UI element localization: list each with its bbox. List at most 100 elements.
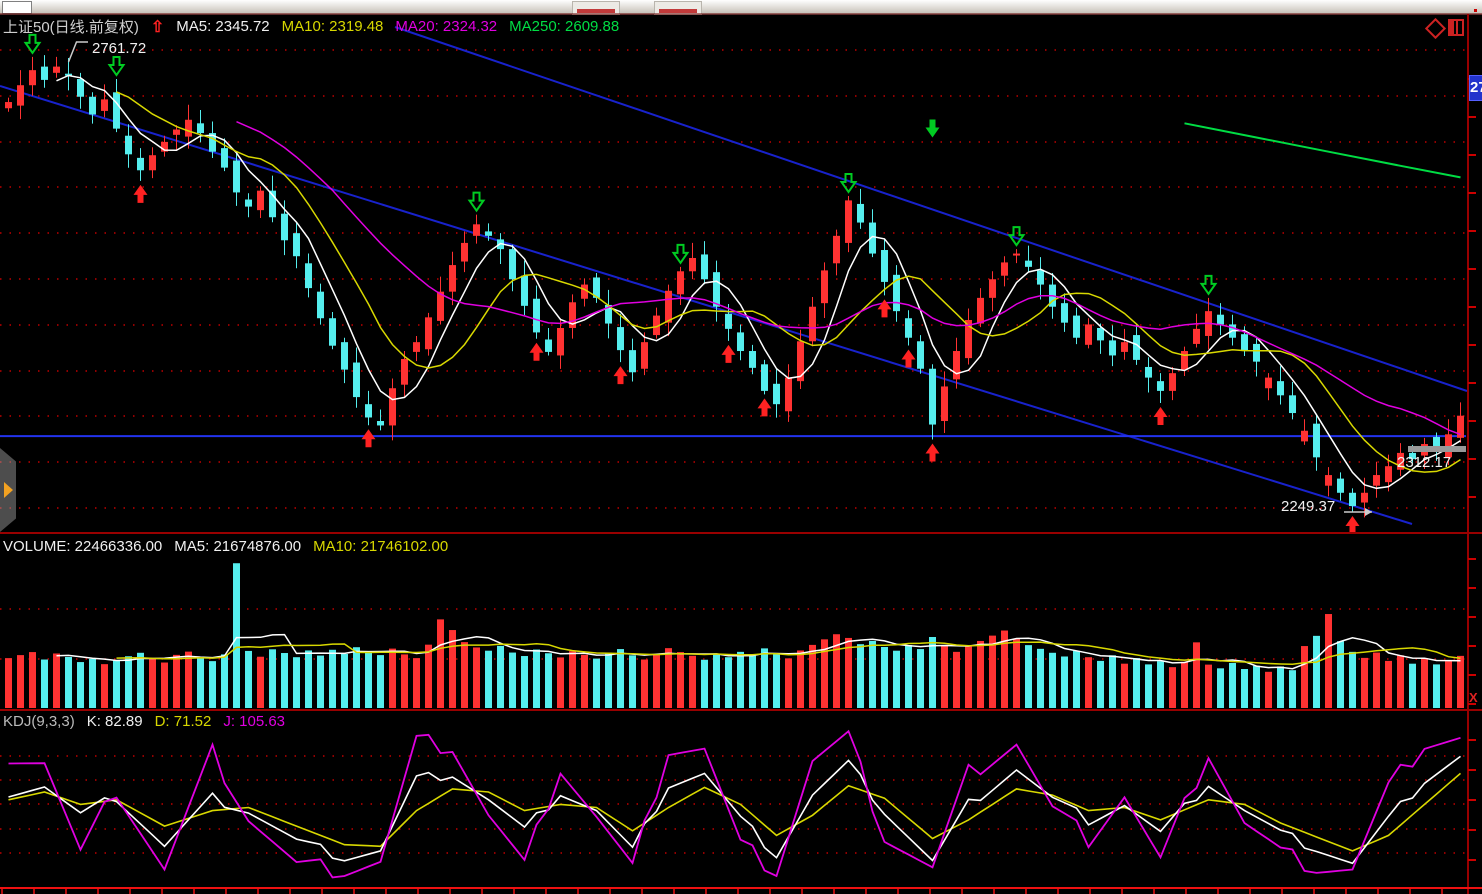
kdj-k-label: K: 82.89 [87,713,143,730]
candle-body [665,291,672,323]
high-annotation: 2761.72 [92,40,146,57]
candle-body [1325,475,1332,486]
volume-bar [461,642,468,708]
volume-bar [1349,652,1356,708]
candle-body [725,314,732,329]
candle-body [749,351,756,368]
volume-bar [317,656,324,708]
volume-bar [929,637,936,708]
candle-body [545,339,552,351]
volume-bar [437,619,444,708]
volume-bar [17,655,24,708]
volume-bar [65,657,72,708]
volume-bar [353,647,360,708]
volume-bar [917,649,924,708]
candle-body [245,200,252,207]
volume-bar [533,650,540,708]
sidebar-expand-handle[interactable] [0,448,16,532]
candle-body [1385,466,1392,482]
candle-body [1253,344,1260,362]
candle-body [305,263,312,288]
volume-bar [1385,661,1392,708]
kdj-d-label: D: 71.52 [155,713,212,730]
buy-arrow-icon [614,366,628,384]
volume-bar [221,654,228,708]
low-pointer-arrowhead [1365,508,1372,516]
candle-body [1361,493,1368,503]
axis-price-label: 27 [1469,75,1482,101]
volume-bar [893,651,900,708]
volume-label: VOLUME: 22466336.00 [3,538,162,555]
volume-bar [401,654,408,708]
sell-arrow-icon [842,174,856,192]
candle-body [413,342,420,352]
buy-arrow-icon [134,185,148,203]
buy-arrow-icon [902,350,916,368]
volume-bar [989,636,996,708]
candle-body [809,307,816,342]
volume-bar [413,658,420,708]
candle-body [821,270,828,303]
volume-bar [1085,657,1092,708]
volume-ma5-label: MA5: 21674876.00 [174,538,301,555]
candle-body [41,67,48,80]
volume-bar [617,649,624,708]
volume-bar [1049,653,1056,708]
candle-body [1373,475,1380,486]
volume-bar [425,645,432,708]
ma5-line [57,76,1461,489]
volume-bar [1157,661,1164,708]
volume-bar [1217,668,1224,708]
candle-body [617,327,624,350]
candle-body [1121,342,1128,352]
volume-bar [269,649,276,708]
volume-bar [1061,656,1068,708]
buy-arrow-icon [1346,516,1360,534]
volume-bar [377,655,384,708]
volume-bar [1289,670,1296,708]
volume-bar [5,658,12,708]
volume-bar [1241,669,1248,708]
candle-body [713,272,720,307]
volume-bar [245,651,252,708]
candle-body [1145,367,1152,378]
candle-body [701,254,708,279]
volume-bar [521,656,528,708]
candle-body [185,120,192,137]
candle-body [341,342,348,369]
volume-bar [1229,663,1236,708]
buy-arrow-icon [530,343,544,361]
volume-bar [113,660,120,708]
volume-bar [1313,636,1320,708]
kdj-title-row: KDJ(9,3,3) K: 82.89 D: 71.52 J: 105.63 [3,713,285,730]
candle-body [173,130,180,135]
candle-body [557,328,564,355]
volume-bar [881,647,888,708]
candle-body [485,231,492,235]
candle-body [365,404,372,417]
chart-canvas[interactable] [0,0,1482,894]
candle-body [941,386,948,421]
candle-body [1193,329,1200,344]
volume-bar [125,656,132,708]
volume-bar [1361,658,1368,708]
sell-arrow-icon [1010,227,1024,245]
candle-body [1277,381,1284,395]
candle-body [317,292,324,319]
ma250-label: MA250: 2609.88 [509,18,619,35]
split-window-icon[interactable] [1448,19,1464,36]
candle-body [29,70,36,85]
candle-body [1157,381,1164,391]
volume-bar [41,660,48,708]
candle-body [641,342,648,369]
volume-bar [1145,664,1152,708]
close-indicator-icon[interactable]: X [1469,690,1478,705]
low-annotation: 2249.37 [1281,498,1335,515]
candle-body [1097,328,1104,340]
volume-bar [89,659,96,708]
volume-bar [389,649,396,708]
candle-body [377,421,384,425]
volume-bar [785,658,792,708]
candle-body [353,363,360,398]
expand-arrow-icon [4,482,13,498]
